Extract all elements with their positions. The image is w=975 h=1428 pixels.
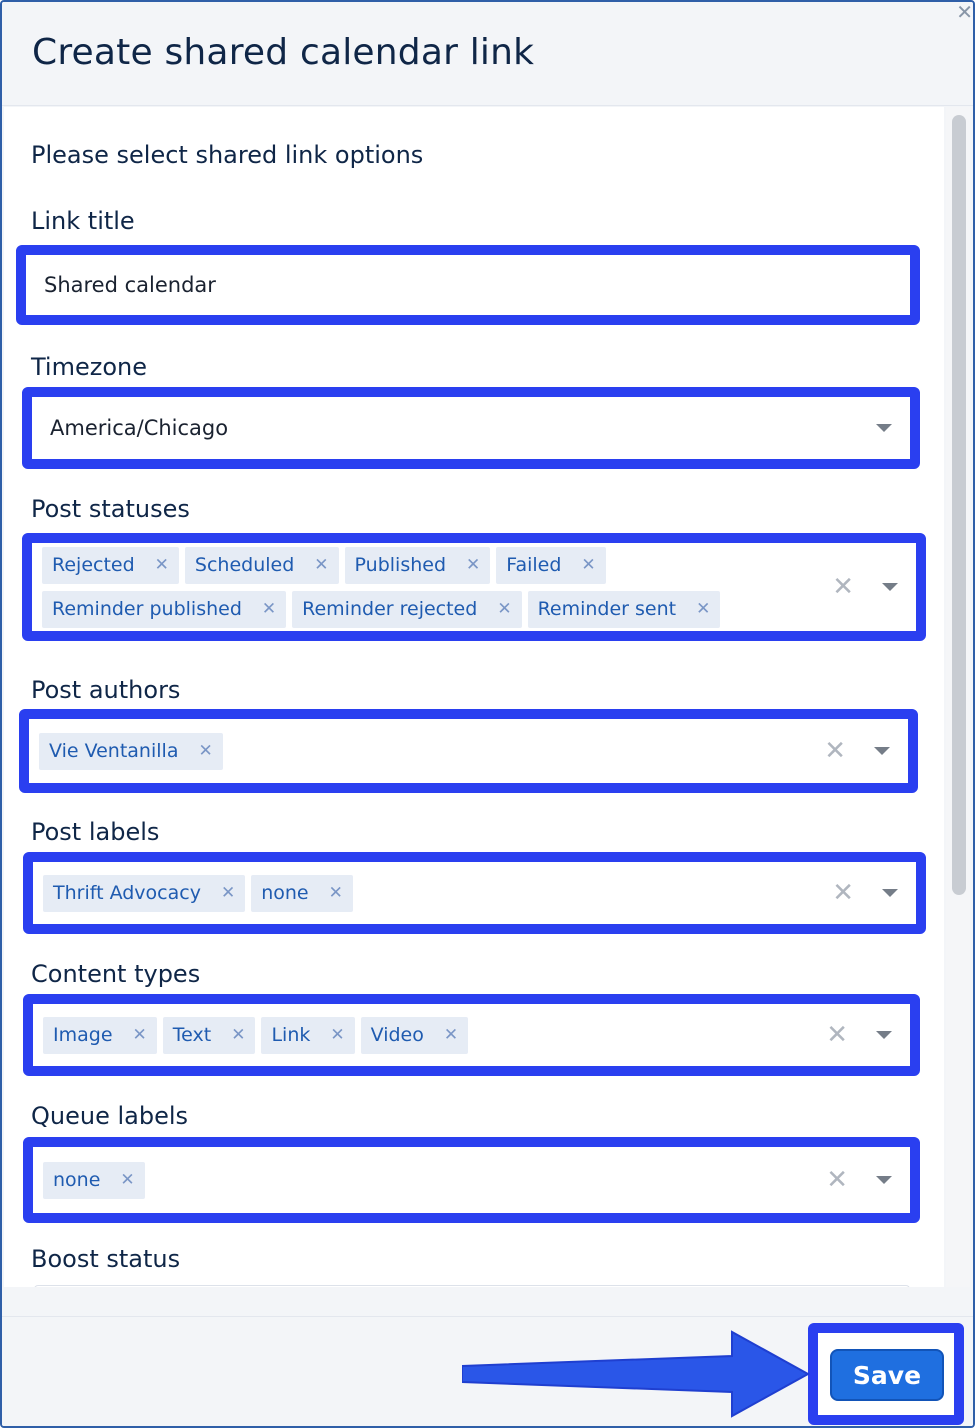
remove-chip-icon[interactable]: ✕ — [466, 555, 480, 575]
remove-chip-icon[interactable]: ✕ — [198, 741, 212, 761]
clear-all-icon[interactable]: ✕ — [824, 738, 846, 764]
queue-labels-multiselect[interactable]: none ✕ ✕ — [37, 1151, 906, 1209]
timezone-label: Timezone — [31, 353, 147, 381]
chip-post-status: Reminder sent ✕ — [527, 590, 721, 628]
content-types-highlight: Image ✕ Text ✕ Link ✕ Video ✕ ✕ — [23, 994, 920, 1076]
post-authors-chips: Vie Ventanilla ✕ — [39, 723, 794, 779]
clear-all-icon[interactable]: ✕ — [832, 880, 854, 906]
chip-content-type: Video ✕ — [360, 1016, 469, 1054]
content-types-chips: Image ✕ Text ✕ Link ✕ Video ✕ — [43, 1008, 796, 1062]
remove-chip-icon[interactable]: ✕ — [231, 1025, 245, 1045]
remove-chip-icon[interactable]: ✕ — [696, 599, 710, 619]
remove-chip-icon[interactable]: ✕ — [581, 555, 595, 575]
chevron-down-icon[interactable] — [876, 424, 892, 432]
link-title-input[interactable]: Shared calendar — [30, 259, 906, 311]
chevron-down-icon[interactable] — [874, 747, 890, 755]
chip-content-type: Text ✕ — [162, 1016, 256, 1054]
boost-status-select[interactable] — [34, 1285, 910, 1287]
chip-post-label: none ✕ — [251, 874, 353, 912]
remove-chip-icon[interactable]: ✕ — [120, 1170, 134, 1190]
remove-chip-icon[interactable]: ✕ — [329, 883, 343, 903]
remove-chip-icon[interactable]: ✕ — [497, 599, 511, 619]
remove-chip-icon[interactable]: ✕ — [262, 599, 276, 619]
remove-chip-icon[interactable]: ✕ — [133, 1025, 147, 1045]
timezone-highlight: America/Chicago — [22, 387, 920, 469]
post-authors-label: Post authors — [31, 676, 181, 704]
post-labels-highlight: Thrift Advocacy ✕ none ✕ ✕ — [23, 852, 926, 934]
post-labels-chips: Thrift Advocacy ✕ none ✕ — [43, 866, 802, 920]
link-title-label: Link title — [31, 207, 135, 235]
link-title-highlight: Shared calendar — [16, 245, 920, 325]
remove-chip-icon[interactable]: ✕ — [221, 883, 235, 903]
chip-queue-label: none ✕ — [43, 1161, 145, 1199]
content-types-multiselect[interactable]: Image ✕ Text ✕ Link ✕ Video ✕ ✕ — [37, 1008, 906, 1062]
chip-post-status: Reminder published ✕ — [42, 590, 287, 628]
clear-all-icon[interactable]: ✕ — [826, 1167, 848, 1193]
save-button[interactable]: Save — [830, 1349, 944, 1401]
remove-chip-icon[interactable]: ✕ — [155, 555, 169, 575]
modal-body[interactable]: Please select shared link options Link t… — [4, 107, 944, 1287]
post-statuses-highlight: Rejected ✕ Scheduled ✕ Published ✕ Failed ✕ … — [22, 533, 926, 641]
chip-post-status: Scheduled ✕ — [184, 546, 339, 584]
create-shared-link-modal: Create shared calendar link ✕ Please sel… — [0, 0, 975, 1428]
chevron-down-icon[interactable] — [876, 1031, 892, 1039]
chip-post-status: Rejected ✕ — [42, 546, 179, 584]
post-statuses-chips: Rejected ✕ Scheduled ✕ Published ✕ Failed ✕ … — [42, 546, 792, 628]
remove-chip-icon[interactable]: ✕ — [330, 1025, 344, 1045]
chip-post-label: Thrift Advocacy ✕ — [43, 874, 246, 912]
modal-header: Create shared calendar link ✕ — [2, 2, 973, 106]
queue-labels-chips: none ✕ — [43, 1151, 796, 1209]
link-title-value: Shared calendar — [44, 273, 216, 297]
clear-all-icon[interactable]: ✕ — [832, 574, 854, 600]
chip-content-type: Link ✕ — [261, 1016, 355, 1054]
clear-all-icon[interactable]: ✕ — [826, 1022, 848, 1048]
post-labels-label: Post labels — [31, 818, 160, 846]
timezone-select[interactable]: America/Chicago — [36, 401, 906, 455]
chip-content-type: Image ✕ — [43, 1016, 157, 1054]
arrow-right-icon — [462, 1330, 811, 1418]
queue-labels-label: Queue labels — [31, 1102, 189, 1130]
queue-labels-highlight: none ✕ ✕ — [23, 1137, 920, 1223]
chip-post-author: Vie Ventanilla ✕ — [39, 732, 223, 770]
scrollbar-thumb[interactable] — [952, 115, 966, 895]
chip-post-status: Published ✕ — [344, 546, 491, 584]
post-labels-multiselect[interactable]: Thrift Advocacy ✕ none ✕ ✕ — [37, 866, 912, 920]
post-authors-multiselect[interactable]: Vie Ventanilla ✕ ✕ — [33, 723, 904, 779]
content-types-label: Content types — [31, 960, 201, 988]
timezone-value: America/Chicago — [50, 416, 229, 440]
arrow-shape — [462, 1330, 811, 1418]
chevron-down-icon[interactable] — [882, 889, 898, 897]
post-statuses-label: Post statuses — [31, 495, 190, 523]
chip-post-status: Reminder rejected ✕ — [292, 590, 522, 628]
close-icon[interactable]: ✕ — [956, 2, 973, 22]
remove-chip-icon[interactable]: ✕ — [444, 1025, 458, 1045]
remove-chip-icon[interactable]: ✕ — [314, 555, 328, 575]
scrollbar[interactable] — [946, 107, 970, 1287]
modal-title: Create shared calendar link — [32, 32, 535, 73]
chevron-down-icon[interactable] — [882, 583, 898, 591]
save-button-highlight: Save — [808, 1323, 964, 1425]
form-intro: Please select shared link options — [31, 141, 424, 169]
chevron-down-icon[interactable] — [876, 1176, 892, 1184]
post-statuses-multiselect[interactable]: Rejected ✕ Scheduled ✕ Published ✕ Failed ✕ … — [36, 546, 912, 628]
boost-status-label: Boost status — [31, 1245, 181, 1273]
chip-post-status: Failed ✕ — [496, 546, 606, 584]
post-authors-highlight: Vie Ventanilla ✕ ✕ — [19, 709, 918, 793]
